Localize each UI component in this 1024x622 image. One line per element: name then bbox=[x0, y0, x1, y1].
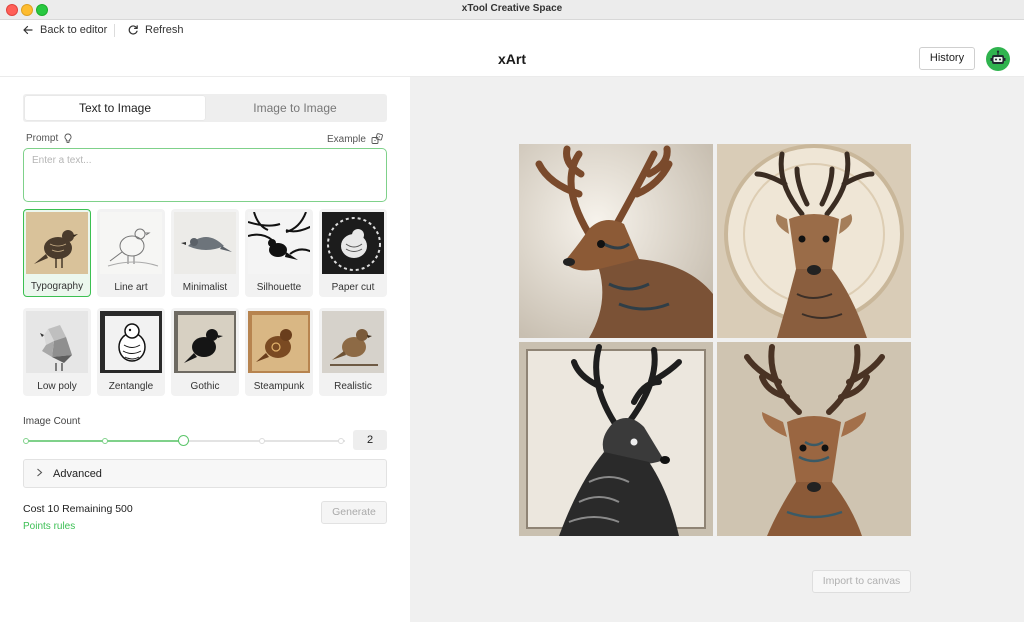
prompt-input-container bbox=[23, 148, 387, 202]
style-name: Silhouette bbox=[256, 282, 302, 293]
example-label: Example bbox=[327, 133, 366, 145]
style-name: Line art bbox=[114, 282, 148, 293]
realistic-thumbnail bbox=[322, 311, 384, 373]
generate-button[interactable]: Generate bbox=[321, 501, 387, 524]
history-button[interactable]: History bbox=[919, 47, 975, 70]
style-card-steampunk[interactable]: Steampunk bbox=[245, 308, 313, 396]
slider-step-dot bbox=[102, 438, 108, 444]
generated-image[interactable] bbox=[519, 144, 713, 338]
toolbar-divider bbox=[114, 24, 115, 37]
generated-image-grid bbox=[519, 144, 911, 536]
typography-thumbnail bbox=[26, 212, 88, 274]
top-toolbar: Back to editor Refresh bbox=[0, 20, 1024, 40]
avatar[interactable] bbox=[986, 47, 1010, 71]
refresh-button[interactable]: Refresh bbox=[127, 24, 184, 36]
style-card-low-poly[interactable]: Low poly bbox=[23, 308, 91, 396]
steampunk-thumbnail bbox=[248, 311, 310, 373]
window-titlebar: xTool Creative Space bbox=[0, 0, 1024, 20]
app-header: xArt History bbox=[0, 40, 1024, 77]
style-name: Low poly bbox=[37, 381, 77, 392]
style-card-minimalist[interactable]: Minimalist bbox=[171, 209, 239, 297]
style-name: Steampunk bbox=[253, 381, 305, 392]
cost-summary: Cost 10 Remaining 500 bbox=[23, 503, 133, 515]
style-name: Typography bbox=[30, 281, 84, 292]
slider-handle[interactable] bbox=[178, 435, 189, 446]
style-card-realistic[interactable]: Realistic bbox=[319, 308, 387, 396]
back-to-editor-button[interactable]: Back to editor bbox=[22, 24, 107, 36]
style-card-paper-cut[interactable]: Paper cut bbox=[319, 209, 387, 297]
silhouette-thumbnail bbox=[248, 212, 310, 274]
advanced-label: Advanced bbox=[53, 467, 102, 480]
prompt-input[interactable] bbox=[32, 155, 378, 195]
style-name: Realistic bbox=[334, 381, 372, 392]
style-card-line-art[interactable]: Line art bbox=[97, 209, 165, 297]
tab-text-to-image[interactable]: Text to Image bbox=[25, 96, 205, 120]
refresh-label: Refresh bbox=[145, 24, 184, 36]
page-title: xArt bbox=[497, 51, 526, 67]
advanced-section-toggle[interactable]: Advanced bbox=[23, 459, 387, 488]
zentangle-thumbnail bbox=[100, 311, 162, 373]
refresh-icon bbox=[127, 24, 139, 36]
prompt-label: Prompt bbox=[26, 133, 59, 144]
window-title: xTool Creative Space bbox=[461, 3, 563, 14]
image-count-slider[interactable] bbox=[23, 435, 345, 446]
generated-image[interactable] bbox=[717, 144, 911, 338]
preview-panel: Import to canvas bbox=[410, 77, 1024, 622]
example-button[interactable]: Example bbox=[327, 133, 383, 145]
line-art-thumbnail bbox=[100, 212, 162, 274]
back-to-editor-label: Back to editor bbox=[40, 24, 108, 36]
paper-cut-thumbnail bbox=[322, 212, 384, 274]
lightbulb-icon[interactable] bbox=[63, 133, 73, 144]
generated-image[interactable] bbox=[717, 342, 911, 536]
slider-step-dot bbox=[259, 438, 265, 444]
mode-tabs: Text to Image Image to Image bbox=[23, 94, 387, 122]
minimalist-thumbnail bbox=[174, 212, 236, 274]
generator-panel: Text to Image Image to Image Prompt Exam… bbox=[0, 77, 410, 622]
low-poly-thumbnail bbox=[26, 311, 88, 373]
arrow-left-icon bbox=[22, 24, 34, 36]
tab-image-to-image[interactable]: Image to Image bbox=[205, 96, 385, 120]
chevron-right-icon bbox=[36, 468, 43, 480]
prompt-label-row: Prompt bbox=[26, 133, 73, 144]
points-rules-link[interactable]: Points rules bbox=[23, 521, 75, 532]
style-name: Zentangle bbox=[108, 381, 154, 392]
gothic-thumbnail bbox=[174, 311, 236, 373]
slider-step-dot bbox=[338, 438, 344, 444]
image-count-label: Image Count bbox=[23, 416, 81, 427]
import-to-canvas-button[interactable]: Import to canvas bbox=[812, 570, 911, 593]
style-card-silhouette[interactable]: Silhouette bbox=[245, 209, 313, 297]
style-name: Paper cut bbox=[331, 282, 375, 293]
style-name: Gothic bbox=[190, 381, 220, 392]
image-count-value[interactable]: 2 bbox=[353, 430, 387, 450]
slider-step-dot bbox=[23, 438, 29, 444]
style-card-gothic[interactable]: Gothic bbox=[171, 308, 239, 396]
generated-image[interactable] bbox=[519, 342, 713, 536]
style-card-typography[interactable]: Typography bbox=[23, 209, 91, 297]
style-name: Minimalist bbox=[182, 282, 228, 293]
dice-icon bbox=[371, 133, 383, 145]
robot-avatar-icon bbox=[990, 50, 1006, 64]
style-card-zentangle[interactable]: Zentangle bbox=[97, 308, 165, 396]
